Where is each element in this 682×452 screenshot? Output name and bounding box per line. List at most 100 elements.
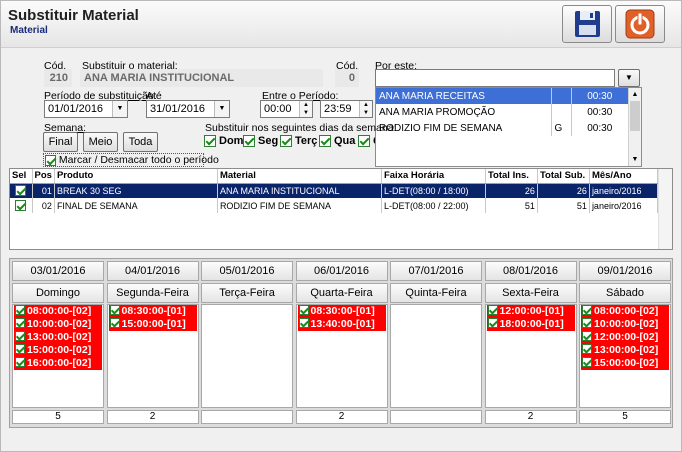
marcar-todo-checkbox[interactable]: Marcar / Desmacar todo o período: [43, 153, 219, 167]
col-material[interactable]: Material: [217, 169, 382, 184]
list-scrollbar[interactable]: ▲ ▼: [628, 88, 641, 166]
hora-fim-spinner[interactable]: ▲ ▼: [359, 101, 372, 117]
time-slot[interactable]: 08:30:00-[01]: [297, 305, 386, 318]
calendar-day-header[interactable]: Quarta-Feira: [295, 283, 388, 303]
periodo-fim-input[interactable]: 31/01/2016 ▼: [146, 100, 230, 118]
cod-value: 210: [44, 69, 72, 87]
col-produto[interactable]: Produto: [54, 169, 218, 184]
calendar-day-header[interactable]: Quinta-Feira: [390, 283, 482, 303]
scroll-thumb[interactable]: [630, 101, 640, 131]
calendar-day-header[interactable]: Segunda-Feira: [106, 283, 199, 303]
calendar-slot-list: [201, 304, 293, 408]
scroll-down-icon[interactable]: ▼: [629, 153, 641, 166]
option-item[interactable]: ANA MARIA PROMOÇÃO 00:30: [376, 104, 629, 120]
calendar-day-count: [201, 410, 293, 424]
hora-inicio-value: 00:00: [264, 103, 292, 115]
calendar-day-header[interactable]: Terça-Feira: [201, 283, 293, 303]
row-select-checkbox[interactable]: [10, 183, 33, 198]
substituir-material-field: ANA MARIA INSTITUCIONAL: [80, 69, 323, 87]
chevron-down-icon[interactable]: ▼: [112, 101, 127, 117]
calendar-day-column: 05/01/2016 Terça-Feira: [201, 261, 294, 427]
col-sel[interactable]: Sel: [10, 169, 33, 184]
time-slot-label: 08:30:00-[01]: [121, 305, 186, 317]
time-slot-label: 08:30:00-[01]: [310, 305, 375, 317]
por-este-dropdown-button[interactable]: ▼: [618, 69, 640, 87]
calendar-date-header[interactable]: 04/01/2016: [106, 261, 199, 281]
calendar-date-header[interactable]: 08/01/2016: [484, 261, 577, 281]
window: Substituir Material Material Cód. 210 Su…: [0, 0, 682, 452]
time-slot-label: 08:00:00-[02]: [27, 305, 92, 317]
table-row[interactable]: 02 FINAL DE SEMANA RODIZIO FIM DE SEMANA…: [10, 198, 659, 213]
cell-produto: BREAK 30 SEG: [54, 183, 218, 198]
time-slot[interactable]: 13:00:00-[02]: [14, 331, 102, 344]
row-select-checkbox[interactable]: [10, 198, 33, 213]
calendar-date-header[interactable]: 05/01/2016: [201, 261, 293, 281]
table-row[interactable]: 01 BREAK 30 SEG ANA MARIA INSTITUCIONAL …: [10, 183, 659, 198]
save-button[interactable]: [562, 5, 612, 43]
time-slot[interactable]: 08:30:00-[01]: [108, 305, 197, 318]
table-header: Sel Pos Produto Material Faixa Horária T…: [10, 169, 659, 184]
option-item[interactable]: RODIZIO FIM DE SEMANA G 00:30: [376, 120, 629, 136]
por-este-list[interactable]: ANA MARIA RECEITAS 00:30 ANA MARIA PROMOÇÃ…: [375, 87, 642, 167]
time-slot[interactable]: 15:00:00-[01]: [108, 318, 197, 331]
time-slot[interactable]: 08:00:00-[02]: [14, 305, 102, 318]
col-mes-ano[interactable]: Mês/Ano: [589, 169, 659, 184]
day-qui-checkbox[interactable]: Q: [358, 135, 375, 148]
semana-meio-button[interactable]: Meio: [83, 132, 118, 152]
calendar-date-header[interactable]: 06/01/2016: [295, 261, 388, 281]
floppy-disk-icon: [575, 11, 600, 37]
semana-final-button[interactable]: Final: [43, 132, 78, 152]
time-slot[interactable]: 18:00:00-[01]: [486, 318, 575, 331]
day-label: Terç: [295, 135, 318, 147]
por-este-input[interactable]: [375, 69, 615, 87]
calendar-date-header[interactable]: 07/01/2016: [390, 261, 482, 281]
time-slot-label: 13:40:00-[01]: [310, 318, 375, 330]
col-pos[interactable]: Pos: [32, 169, 55, 184]
time-slot-label: 16:00:00-[02]: [27, 357, 92, 369]
calendar-day-header[interactable]: Domingo: [12, 283, 104, 303]
time-slot[interactable]: 13:40:00-[01]: [297, 318, 386, 331]
time-slot[interactable]: 12:00:00-[01]: [486, 305, 575, 318]
calendar-day-header[interactable]: Sábado: [579, 283, 671, 303]
scroll-up-icon[interactable]: ▲: [629, 88, 641, 101]
day-terc-checkbox[interactable]: Terç: [280, 135, 318, 148]
calendar-day-column: 04/01/2016 Segunda-Feira 08:30:00-[01] 15…: [106, 261, 200, 427]
time-slot[interactable]: 15:00:00-[02]: [14, 344, 102, 357]
exit-button[interactable]: [615, 5, 665, 43]
cell-pos: 02: [32, 198, 55, 213]
col-total-sub[interactable]: Total Sub.: [537, 169, 590, 184]
cell-pos: 01: [32, 183, 55, 198]
option-item[interactable]: ANA MARIA RECEITAS 00:30: [376, 88, 629, 104]
day-dom-checkbox[interactable]: Dom: [204, 135, 243, 148]
periodo-inicio-value: 01/01/2016: [48, 103, 104, 115]
time-slot[interactable]: 16:00:00-[02]: [14, 357, 102, 370]
calendar-day-count: [390, 410, 482, 424]
hora-inicio-input[interactable]: 00:00 ▲ ▼: [260, 100, 313, 118]
cell-total-sub: 26: [537, 183, 590, 198]
time-slot[interactable]: 10:00:00-[02]: [14, 318, 102, 331]
time-slot[interactable]: 13:00:00-[02]: [581, 344, 669, 357]
option-flag: [551, 104, 572, 120]
hora-inicio-spinner[interactable]: ▲ ▼: [299, 101, 312, 117]
hora-fim-input[interactable]: 23:59 ▲ ▼: [320, 100, 373, 118]
time-slot[interactable]: 12:00:00-[02]: [581, 331, 669, 344]
semana-toda-button[interactable]: Toda: [123, 132, 158, 152]
option-duration: 00:30: [571, 104, 629, 120]
table-scrollbar[interactable]: [658, 169, 672, 249]
calendar-day-header[interactable]: Sexta-Feira: [484, 283, 577, 303]
calendar-date-header[interactable]: 03/01/2016: [12, 261, 104, 281]
calendar-day-count: 2: [484, 410, 577, 424]
chevron-down-icon[interactable]: ▼: [214, 101, 229, 117]
calendar-slot-list: 12:00:00-[01] 18:00:00-[01]: [484, 304, 577, 408]
day-seg-checkbox[interactable]: Seg: [243, 135, 278, 148]
periodo-inicio-input[interactable]: 01/01/2016 ▼: [44, 100, 128, 118]
cell-total-sub: 51: [537, 198, 590, 213]
time-slot[interactable]: 10:00:00-[02]: [581, 318, 669, 331]
col-faixa[interactable]: Faixa Horária: [381, 169, 486, 184]
periodo-fim-value: 31/01/2016: [150, 103, 206, 115]
time-slot[interactable]: 08:00:00-[02]: [581, 305, 669, 318]
time-slot[interactable]: 15:00:00-[02]: [581, 357, 669, 370]
day-qua-checkbox[interactable]: Qua: [319, 135, 355, 148]
col-total-ins[interactable]: Total Ins.: [485, 169, 538, 184]
calendar-date-header[interactable]: 09/01/2016: [579, 261, 671, 281]
